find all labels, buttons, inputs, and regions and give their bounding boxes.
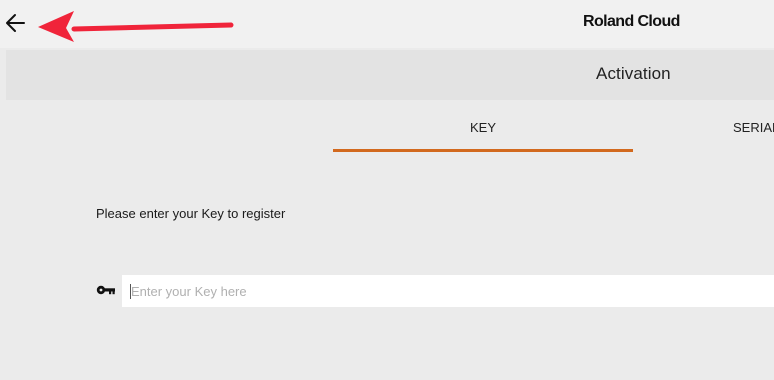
key-input[interactable] <box>122 275 774 307</box>
page-title-bar: Activation <box>6 50 774 100</box>
tab-serial-label: SERIAL <box>733 120 774 135</box>
back-button[interactable] <box>4 9 30 37</box>
top-bar: Roland Cloud <box>0 0 774 48</box>
active-tab-indicator <box>333 149 633 152</box>
brand-logo: Roland Cloud <box>583 13 680 30</box>
text-cursor <box>130 284 131 299</box>
tab-key-label: KEY <box>469 120 496 135</box>
tab-key[interactable]: KEY <box>333 100 633 154</box>
annotation-arrow-icon <box>38 11 234 42</box>
key-icon <box>96 285 115 295</box>
instruction-text: Please enter your Key to register <box>96 206 286 221</box>
tab-serial[interactable]: SERIAL <box>733 100 774 154</box>
tab-bar: KEY SERIAL <box>0 100 774 156</box>
page-title: Activation <box>596 64 671 83</box>
arrow-left-icon[interactable] <box>4 9 30 37</box>
